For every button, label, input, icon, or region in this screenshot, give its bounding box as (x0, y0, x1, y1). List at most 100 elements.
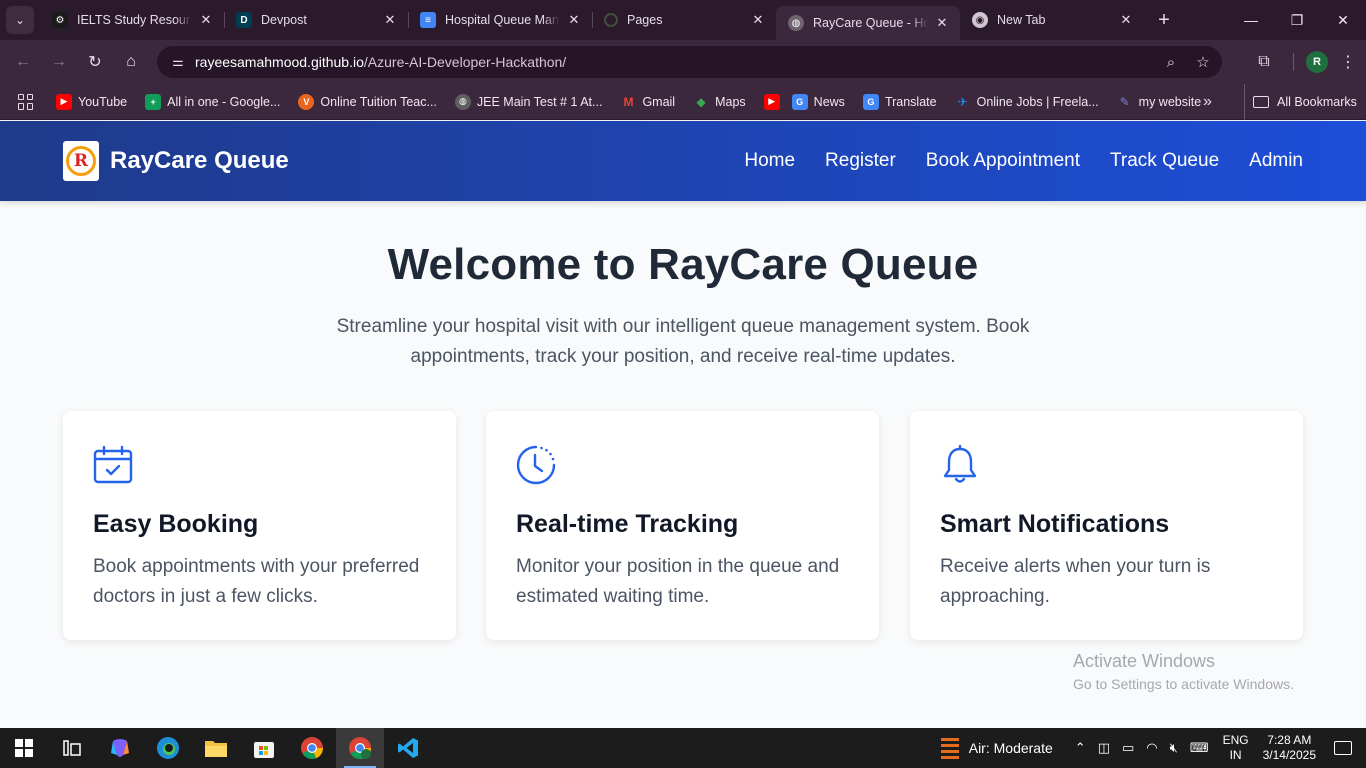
back-button[interactable]: ← (6, 45, 40, 79)
bookmark-online-tuition[interactable]: V Online Tuition Teac... (298, 93, 437, 110)
bookmark-all-in-one[interactable]: + All in one - Google... (145, 93, 281, 110)
loading-spinner-icon (604, 13, 618, 27)
address-bar[interactable]: ⚌ rayeesamahmood.github.io/Azure-AI-Deve… (157, 46, 1222, 78)
bookmark-gmail[interactable]: M Gmail (620, 94, 675, 110)
browser-toolbar: ← → ↻ ⌂ ⚌ rayeesamahmood.github.io/Azure… (0, 40, 1366, 84)
google-news-icon: G (791, 93, 808, 110)
taskbar-copilot[interactable] (96, 728, 144, 768)
bookmark-online-jobs[interactable]: ✈ Online Jobs | Freela... (955, 94, 1099, 110)
bookmark-news[interactable]: G News (791, 93, 845, 110)
bookmark-youtube-2[interactable]: ▶ (763, 93, 780, 110)
taskbar-file-explorer[interactable] (192, 728, 240, 768)
zoom-icon[interactable]: ⌕ (1158, 54, 1184, 71)
tab-search-button[interactable]: ⌄ (6, 6, 34, 34)
show-hidden-icons-chevron-icon[interactable]: ⌃ (1075, 740, 1086, 756)
language-region: IN (1229, 748, 1242, 762)
weather-widget[interactable]: Air: Moderate (940, 737, 1053, 759)
meet-now-icon[interactable]: ◫ (1098, 740, 1110, 756)
apps-grid-icon[interactable] (18, 93, 34, 110)
minimize-button[interactable]: — (1228, 0, 1274, 40)
globe-icon: ◍ (788, 15, 804, 31)
nav-track-queue[interactable]: Track Queue (1110, 150, 1219, 172)
window-controls: — ❐ ✕ (1228, 0, 1366, 40)
battery-icon[interactable]: ▭ (1122, 740, 1134, 756)
devpost-icon: D (236, 12, 252, 28)
kebab-menu-icon[interactable]: ⋮ (1340, 52, 1356, 72)
wifi-icon[interactable]: ◠ (1146, 740, 1157, 756)
bookmark-star-icon[interactable]: ☆ (1190, 53, 1216, 71)
home-button[interactable]: ⌂ (114, 45, 148, 79)
bookmark-maps[interactable]: ◆ Maps (693, 94, 746, 110)
tab-new-tab[interactable]: ◉ New Tab ✕ (960, 0, 1144, 40)
vedantu-icon: V (298, 93, 315, 110)
tab-hospital-queue-doc[interactable]: ≡ Hospital Queue Mana ✕ (408, 0, 592, 40)
reload-button[interactable]: ↻ (78, 45, 112, 79)
language-indicator[interactable]: ENG IN (1223, 733, 1249, 763)
keyboard-icon[interactable]: ⌨ (1190, 740, 1209, 756)
bookmark-translate[interactable]: G Translate (862, 93, 937, 110)
tab-title: RayCare Queue - Ho (813, 16, 928, 30)
tab-raycare-active[interactable]: ◍ RayCare Queue - Ho ✕ (776, 6, 960, 40)
clock-date: 3/14/2025 (1262, 748, 1316, 762)
all-bookmarks-label: All Bookmarks (1277, 95, 1357, 109)
nav-book-appointment[interactable]: Book Appointment (926, 150, 1080, 172)
edge-icon (157, 737, 179, 759)
taskbar-chrome-profile-active[interactable] (336, 728, 384, 768)
taskbar-chrome[interactable] (288, 728, 336, 768)
bookmark-label: Gmail (642, 94, 676, 109)
feature-text: Book appointments with your preferred do… (93, 556, 420, 607)
chrome-icon (301, 737, 324, 760)
bookmark-youtube[interactable]: ▶ YouTube (56, 93, 127, 110)
restore-button[interactable]: ❐ (1274, 0, 1320, 40)
omnibox-actions: ⌕ ☆ (1158, 46, 1216, 78)
profile-avatar[interactable]: R (1306, 51, 1328, 73)
close-icon[interactable]: ✕ (198, 12, 214, 28)
nav-register[interactable]: Register (825, 150, 896, 172)
close-icon[interactable]: ✕ (1118, 12, 1134, 28)
close-icon[interactable]: ✕ (566, 12, 582, 28)
close-icon[interactable]: ✕ (382, 12, 398, 28)
taskbar-vscode[interactable] (384, 728, 432, 768)
close-window-button[interactable]: ✕ (1320, 0, 1366, 40)
tab-title: Devpost (261, 13, 307, 27)
taskbar-edge[interactable] (144, 728, 192, 768)
more-bookmarks-chevron-icon[interactable]: » (1203, 84, 1212, 120)
task-view-button[interactable] (48, 728, 96, 768)
close-icon[interactable]: ✕ (750, 12, 766, 28)
nav-home[interactable]: Home (744, 150, 795, 172)
clock[interactable]: 7:28 AM 3/14/2025 (1263, 733, 1316, 763)
youtube-icon: ▶ (56, 93, 72, 110)
bell-icon (943, 445, 977, 483)
tab-devpost[interactable]: D Devpost ✕ (224, 0, 408, 40)
task-view-icon (63, 740, 81, 756)
url-text[interactable]: rayeesamahmood.github.io/Azure-AI-Develo… (195, 54, 566, 70)
tab-title: Hospital Queue Mana (445, 13, 560, 27)
notifications-icon[interactable] (1334, 741, 1352, 755)
watermark-line-2: Go to Settings to activate Windows. (1073, 676, 1294, 692)
feature-text: Receive alerts when your turn is approac… (940, 556, 1211, 607)
taskbar-store[interactable] (240, 728, 288, 768)
bookmark-label: my website (1138, 94, 1202, 109)
volume-muted-icon[interactable]: 🔇︎ (1170, 740, 1178, 756)
forward-button[interactable]: → (42, 45, 76, 79)
tab-ielts[interactable]: ⚙ IELTS Study Resources ✕ (40, 0, 224, 40)
extensions-icon[interactable]: ⧉ (1247, 53, 1281, 71)
new-tab-button[interactable]: + (1150, 6, 1178, 34)
bookmark-my-website[interactable]: ✎ my website (1117, 94, 1202, 110)
bookmark-label: Maps (715, 94, 746, 109)
nav-admin[interactable]: Admin (1249, 150, 1303, 172)
bookmark-jee-main[interactable]: ◍ JEE Main Test # 1 At... (454, 93, 602, 110)
globe-icon: ◍ (454, 93, 471, 110)
all-bookmarks-button[interactable]: All Bookmarks (1244, 84, 1357, 120)
site-info-icon[interactable]: ⚌ (163, 54, 193, 70)
feature-title: Real-time Tracking (516, 510, 739, 538)
close-icon[interactable]: ✕ (934, 15, 950, 31)
brand-name[interactable]: RayCare Queue (110, 121, 289, 201)
bookmark-label: All in one - Google... (167, 94, 281, 109)
raycare-logo[interactable]: R (63, 141, 99, 181)
feature-title: Smart Notifications (940, 510, 1170, 538)
tab-pages[interactable]: Pages ✕ (592, 0, 776, 40)
folder-icon (205, 741, 227, 757)
youtube-icon: ▶ (763, 93, 780, 110)
start-button[interactable] (0, 728, 48, 768)
